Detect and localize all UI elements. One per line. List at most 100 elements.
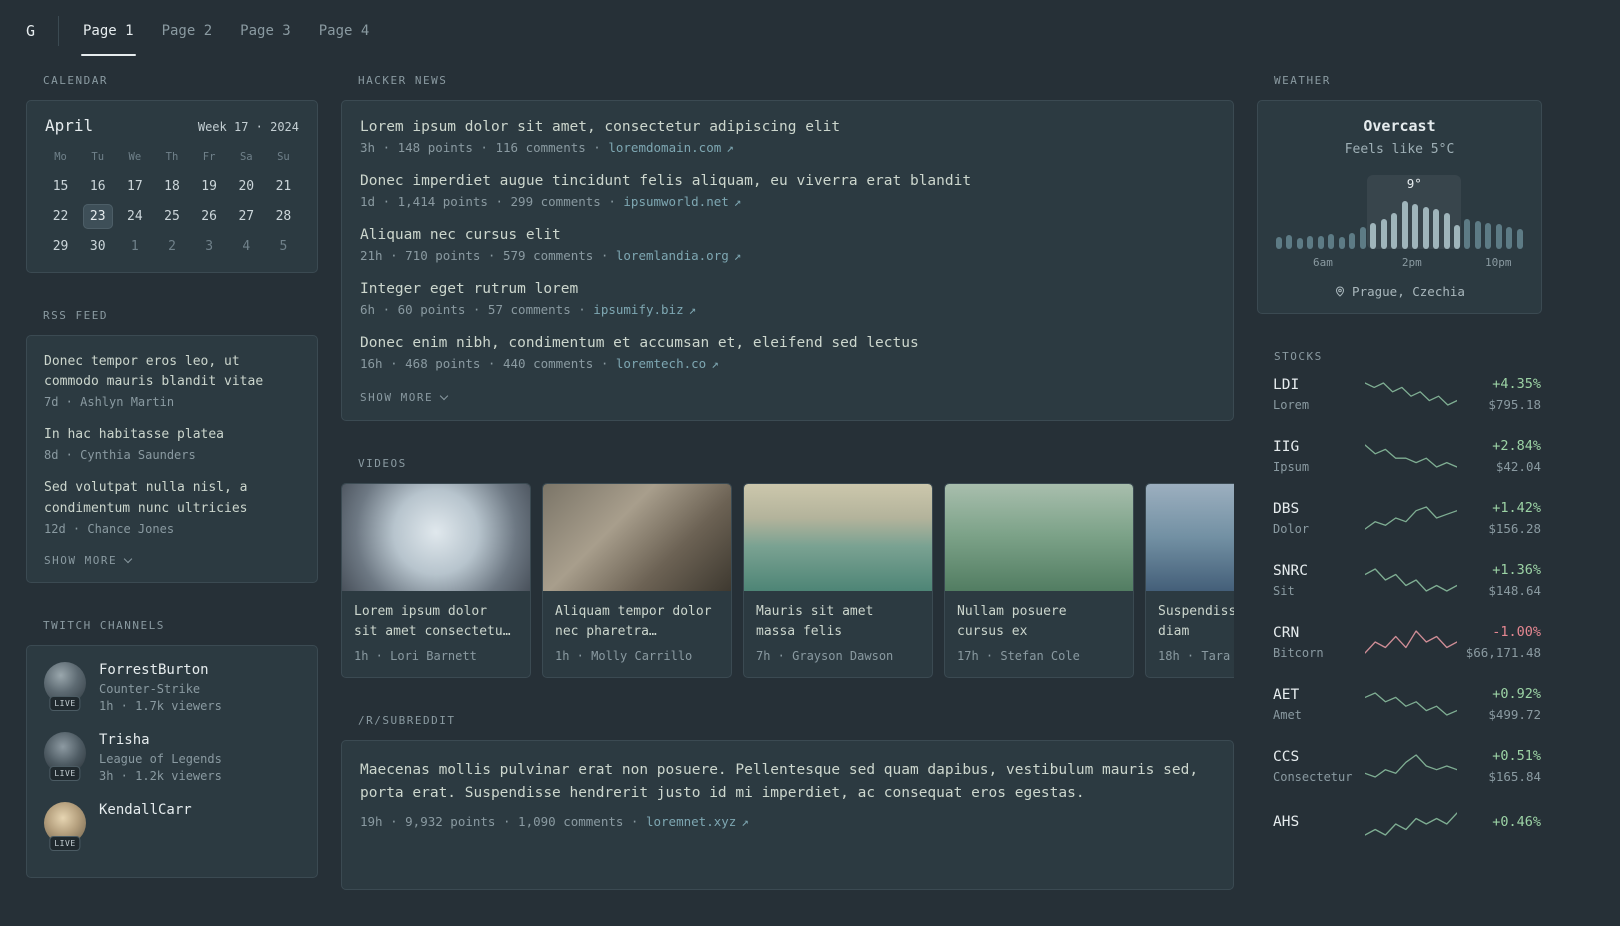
video-card[interactable]: Mauris sit amet massa felis 7h · Grayson… bbox=[743, 483, 933, 678]
hn-story-link[interactable]: Aliquam nec cursus elit bbox=[360, 227, 1215, 243]
rss-item: In hac habitasse platea 8d · Cynthia Sau… bbox=[44, 425, 300, 462]
calendar-day-cell: 4 bbox=[228, 234, 265, 259]
video-card[interactable]: Nullam posuere cursus ex 17h · Stefan Co… bbox=[944, 483, 1134, 678]
post-link[interactable]: Maecenas mollis pulvinar erat non posuer… bbox=[360, 759, 1215, 805]
twitch-channel[interactable]: LIVE KendallCarr bbox=[44, 801, 300, 851]
rss-card: Donec tempor eros leo, ut commodo mauris… bbox=[26, 335, 318, 583]
hn-story-link[interactable]: Lorem ipsum dolor sit amet, consectetur … bbox=[360, 119, 1215, 135]
rss-item-title[interactable]: Sed volutpat nulla nisl, a condimentum n… bbox=[44, 478, 300, 518]
calendar-day: 26 bbox=[201, 209, 217, 224]
rss-item: Donec tempor eros leo, ut commodo mauris… bbox=[44, 352, 300, 409]
stock-row: AET Amet +0.92% $499.72 bbox=[1273, 686, 1541, 722]
chevron-down-icon bbox=[123, 554, 133, 563]
stock-price: $499.72 bbox=[1488, 707, 1541, 722]
calendar-day: 1 bbox=[130, 239, 139, 254]
weather-bar bbox=[1495, 224, 1502, 249]
video-title: Lorem ipsum dolor sit amet consectetu… bbox=[354, 604, 511, 640]
weather-bar bbox=[1276, 237, 1282, 249]
external-link-icon: ↗ bbox=[726, 140, 734, 155]
rss-item-title[interactable]: Donec tempor eros leo, ut commodo mauris… bbox=[44, 352, 300, 392]
stock-values: +1.42% $156.28 bbox=[1463, 500, 1541, 536]
calendar-day: 23 bbox=[82, 204, 113, 229]
hn-story-meta: 21h · 710 points · 579 comments · loreml… bbox=[360, 248, 1215, 263]
dashboard-grid: CALENDAR April Week 17 · 2024 Mo Tu We T… bbox=[0, 62, 1620, 926]
hn-domain-link[interactable]: loremtech.co ↗ bbox=[616, 356, 719, 371]
hn-domain-link[interactable]: ipsumify.biz ↗ bbox=[593, 302, 696, 317]
post-domain-link[interactable]: loremnet.xyz ↗ bbox=[646, 814, 749, 829]
calendar-day: 28 bbox=[275, 209, 292, 224]
hn-item: Lorem ipsum dolor sit amet, consectetur … bbox=[360, 119, 1215, 155]
hn-domain-link[interactable]: ipsumworld.net ↗ bbox=[623, 194, 741, 209]
calendar-day: 29 bbox=[52, 239, 69, 254]
rss-item-title[interactable]: In hac habitasse platea bbox=[44, 425, 300, 445]
weather-bar bbox=[1296, 238, 1303, 249]
twitch-channel[interactable]: LIVE ForrestBurton Counter-Strike 1h · 1… bbox=[44, 661, 300, 713]
channel-name[interactable]: Trisha bbox=[99, 732, 222, 748]
calendar-day: 16 bbox=[89, 179, 106, 194]
calendar-weekday: We bbox=[128, 151, 142, 163]
weather-bar bbox=[1317, 236, 1324, 249]
hn-list: Lorem ipsum dolor sit amet, consectetur … bbox=[360, 119, 1215, 371]
video-title: Mauris sit amet massa felis bbox=[756, 604, 874, 640]
stock-id: SNRC Sit bbox=[1273, 563, 1365, 598]
hn-story-meta: 6h · 60 points · 57 comments · ipsumify.… bbox=[360, 302, 1215, 317]
hn-domain-link[interactable]: loremlandia.org ↗ bbox=[616, 248, 741, 263]
weather-bar bbox=[1474, 221, 1481, 249]
calendar-day-cell: 19 bbox=[191, 174, 228, 199]
page-tab[interactable]: Page 4 bbox=[317, 0, 372, 62]
page-tab[interactable]: Page 1 bbox=[81, 0, 136, 62]
hn-story-link[interactable]: Donec imperdiet augue tincidunt felis al… bbox=[360, 173, 1215, 189]
video-card[interactable]: Lorem ipsum dolor sit amet consectetu… 1… bbox=[341, 483, 531, 678]
calendar-day-grid: 15 16 17 18 19 20 21 22 23 24 25 26 27 2… bbox=[42, 174, 302, 259]
weather-bar bbox=[1401, 201, 1408, 249]
stock-row: CCS Consectetur +0.51% $165.84 bbox=[1273, 748, 1541, 784]
video-card[interactable]: Aliquam tempor dolor nec pharetra… 1h · … bbox=[542, 483, 732, 678]
logo[interactable]: G bbox=[26, 22, 56, 40]
hn-story-meta: 3h · 148 points · 116 comments · loremdo… bbox=[360, 140, 1215, 155]
stock-row: AHS +0.46% bbox=[1273, 810, 1541, 838]
stock-price: $148.64 bbox=[1488, 583, 1541, 598]
calendar-day-cell: 20 bbox=[228, 174, 265, 199]
calendar-day: 3 bbox=[205, 239, 214, 254]
rss-show-more-button[interactable]: SHOW MORE bbox=[44, 553, 133, 567]
show-more-label: SHOW MORE bbox=[360, 391, 434, 404]
calendar-day-cell: 28 bbox=[265, 204, 302, 229]
stock-name: Bitcorn bbox=[1273, 645, 1324, 660]
calendar-weekday: Mo bbox=[54, 151, 67, 163]
hn-story-link[interactable]: Integer eget rutrum lorem bbox=[360, 281, 1215, 297]
hn-show-more-button[interactable]: SHOW MORE bbox=[360, 391, 449, 404]
weather-bar bbox=[1328, 234, 1335, 249]
stock-row: DBS Dolor +1.42% $156.28 bbox=[1273, 500, 1541, 536]
weather-feels-like: Feels like 5°C bbox=[1344, 142, 1455, 157]
stock-id: DBS Dolor bbox=[1273, 501, 1365, 536]
hn-domain-link[interactable]: loremdomain.com ↗ bbox=[608, 140, 733, 155]
channel-name[interactable]: ForrestBurton bbox=[99, 662, 222, 678]
calendar-card: April Week 17 · 2024 Mo Tu We Th Fr Sa S… bbox=[26, 100, 318, 273]
hn-story-link[interactable]: Donec enim nibh, condimentum et accumsan… bbox=[360, 335, 1215, 351]
weather-bar bbox=[1506, 227, 1513, 249]
stock-row: LDI Lorem +4.35% $795.18 bbox=[1273, 376, 1541, 412]
video-card[interactable]: Suspendisse diam 18h · Tara bbox=[1145, 483, 1234, 678]
post-meta-text: 19h · 9,932 points · 1,090 comments · bbox=[360, 814, 646, 830]
hn-meta-text: 3h · 148 points · 116 comments · bbox=[360, 140, 609, 155]
stock-sparkline bbox=[1365, 566, 1457, 594]
calendar-weekday: Fr bbox=[202, 151, 216, 163]
stock-values: +4.35% $795.18 bbox=[1463, 376, 1541, 412]
video-meta: 1h · Molly Carrillo bbox=[555, 649, 693, 663]
stock-change: -1.00% bbox=[1492, 624, 1541, 640]
twitch-widget: TWITCH CHANNELS LIVE ForrestBurton Count… bbox=[26, 619, 318, 878]
page-tab[interactable]: Page 2 bbox=[160, 0, 215, 62]
calendar-day: 19 bbox=[201, 179, 217, 194]
page-tab[interactable]: Page 3 bbox=[238, 0, 293, 62]
external-link-icon: ↗ bbox=[688, 302, 697, 317]
twitch-widget-title: TWITCH CHANNELS bbox=[43, 618, 165, 632]
weather-time-axis: 6am 2pm 10pm bbox=[1276, 254, 1523, 271]
show-more-label: SHOW MORE bbox=[44, 553, 118, 567]
twitch-channel[interactable]: LIVE Trisha League of Legends 3h · 1.2k … bbox=[44, 731, 300, 783]
weather-time-label: 2pm bbox=[1401, 256, 1422, 269]
weather-card: Overcast Feels like 5°C 9° 6am 2pm 10pm … bbox=[1257, 100, 1542, 314]
channel-name[interactable]: KendallCarr bbox=[99, 802, 192, 818]
calendar-day: 21 bbox=[275, 179, 292, 194]
hn-item: Donec imperdiet augue tincidunt felis al… bbox=[360, 173, 1215, 209]
videos-widget-title: VIDEOS bbox=[358, 457, 407, 470]
